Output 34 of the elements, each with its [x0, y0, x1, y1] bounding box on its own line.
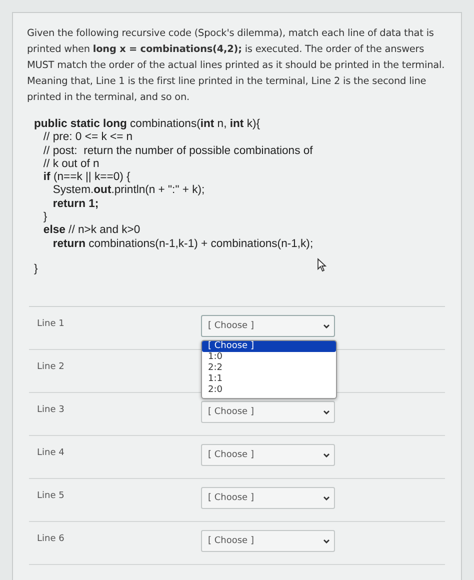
dropdown-option[interactable]: 1:0 [202, 352, 336, 363]
code-line: // k out of n [42, 158, 100, 172]
chevron-down-icon [323, 538, 330, 544]
dropdown-option[interactable]: 2:2 [202, 363, 336, 374]
choose-dropdown[interactable]: [ Choose ] [201, 444, 335, 466]
line-label: Line 2 [37, 362, 66, 372]
dropdown-option[interactable]: 2:0 [202, 385, 336, 396]
chevron-down-icon [323, 410, 330, 414]
code-line: public static long combinations(int n, int k){ [34, 118, 260, 132]
line-label: Line 6 [37, 534, 66, 544]
code-line: System.out.println(n + ":" + k); [52, 184, 205, 198]
code-line: } [34, 262, 38, 276]
code-line: return combinations(n-1,k-1) + combinations(n-1,k); [52, 238, 314, 251]
dropdown-option[interactable]: 1:1 [202, 374, 336, 385]
line-label: Line 3 [37, 405, 66, 415]
chevron-down-icon [323, 496, 330, 500]
line-label: Line 4 [37, 448, 66, 458]
line-label: Line 5 [37, 491, 66, 501]
code-line: // post: return the number of possible combinations of [42, 144, 313, 158]
code-line: // pre: 0 <= k <= n [42, 131, 133, 145]
code-line: if (n==k || k==0) { [42, 171, 130, 184]
line-label: Line 1 [37, 319, 66, 329]
pointer-cursor-icon [317, 258, 327, 272]
chevron-down-icon [323, 452, 330, 458]
choose-dropdown[interactable]: [ Choose ] [201, 315, 335, 337]
chevron-down-icon [323, 324, 330, 328]
choose-dropdown[interactable]: [ Choose ] [201, 487, 335, 509]
question-text: Given the following recursive code (Spock's dilemma), match each line of data that is printed when long x = combinations(4,2); is executed. The order of the answers MUST match the order of the actual lines printed as it should be printed in the terminal. Meaning that, Line 1 is the first line printed in the terminal, Line 2 is the second line printed in the terminal, and so on. [27, 27, 446, 105]
dropdown-option[interactable]: [ Choose ] [202, 341, 336, 352]
choose-dropdown[interactable]: [ Choose ] [201, 530, 335, 552]
code-line: return 1; [52, 198, 99, 212]
code-line: } [42, 211, 48, 224]
choose-dropdown[interactable]: [ Choose ] [201, 401, 335, 423]
code-line: else // n>k and k>0 [42, 224, 140, 238]
